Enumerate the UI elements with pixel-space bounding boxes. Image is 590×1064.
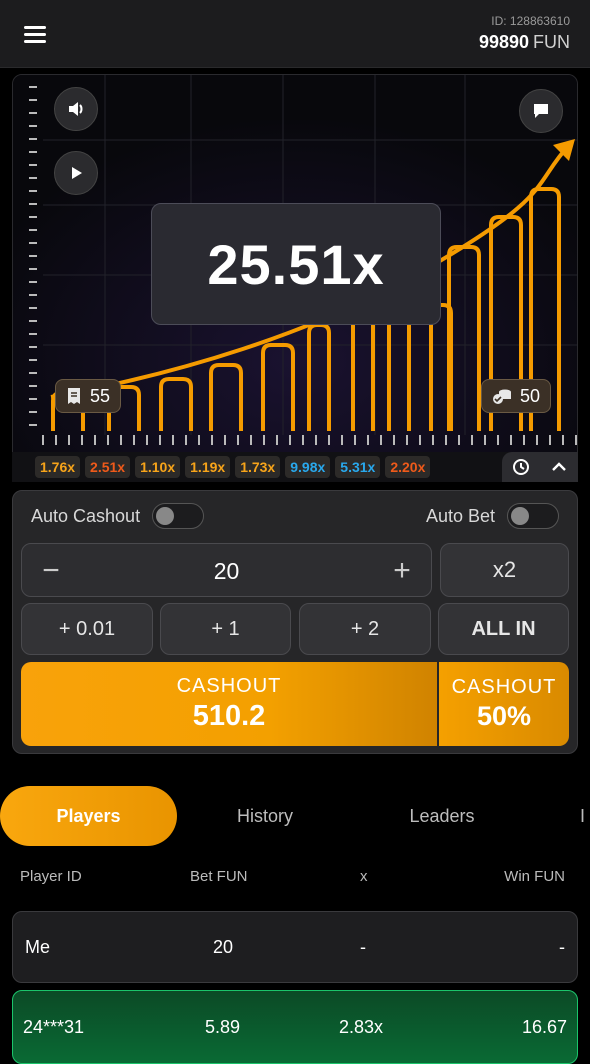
cell-x: - bbox=[360, 937, 366, 957]
quick-bet-1-button[interactable]: + 1 bbox=[160, 603, 291, 655]
col-player-id: Player ID bbox=[20, 868, 82, 885]
history-value: 1.76x bbox=[40, 459, 76, 475]
col-bet: Bet FUN bbox=[190, 868, 248, 885]
history-item[interactable]: 1.73x bbox=[235, 456, 281, 478]
play-icon bbox=[72, 167, 82, 179]
col-x: x bbox=[360, 868, 368, 885]
chevron-up-icon[interactable] bbox=[549, 457, 569, 477]
top-bar: ID: 128863610 99890 FUN bbox=[0, 0, 590, 68]
current-multiplier: 25.51x bbox=[151, 203, 441, 325]
cashout-value: 510.2 bbox=[192, 700, 266, 732]
auto-cashout-label: Auto Cashout bbox=[31, 505, 141, 526]
col-win: Win FUN bbox=[504, 868, 565, 885]
sound-button[interactable] bbox=[54, 87, 98, 131]
auto-bet-row: Auto Bet bbox=[426, 503, 559, 529]
quick-bet-2-button[interactable]: + 2 bbox=[299, 603, 431, 655]
increase-bet-button[interactable]: + bbox=[387, 554, 417, 588]
cell-player: Me bbox=[25, 937, 51, 957]
balance-value: 99890 bbox=[478, 32, 529, 52]
cashout-half-button[interactable]: CASHOUT 50% bbox=[439, 662, 569, 746]
history-value: 1.10x bbox=[140, 459, 176, 475]
cell-player: 24***31 bbox=[23, 1017, 85, 1037]
history-item[interactable]: 9.98x bbox=[285, 456, 331, 478]
play-button[interactable] bbox=[54, 151, 98, 195]
players-count-chip: 55 bbox=[55, 379, 122, 413]
cashout-label: CASHOUT bbox=[176, 675, 282, 697]
balance-currency: FUN bbox=[533, 32, 570, 52]
history-value: 1.73x bbox=[240, 459, 276, 475]
cell-win: - bbox=[559, 937, 565, 957]
bets-count: 50 bbox=[520, 385, 541, 406]
coins-icon bbox=[493, 389, 511, 404]
history-controls bbox=[502, 452, 578, 482]
history-value: 5.31x bbox=[340, 459, 376, 475]
auto-cashout-row: Auto Cashout bbox=[31, 503, 205, 529]
history-item[interactable]: 1.76x bbox=[35, 456, 81, 478]
history-item[interactable]: 2.20x bbox=[385, 456, 431, 478]
balance: 99890 FUN bbox=[479, 32, 570, 53]
history-value: 2.20x bbox=[390, 459, 426, 475]
table-row: Me 20 - - bbox=[12, 911, 578, 983]
players-table-header: Player ID Bet FUN x Win FUN bbox=[0, 868, 590, 892]
game-canvas: 25.51x 55 50 bbox=[12, 74, 578, 482]
bets-count-chip: 50 bbox=[481, 379, 552, 413]
all-in-button[interactable]: ALL IN bbox=[438, 603, 569, 655]
tab-history[interactable]: History bbox=[190, 786, 340, 846]
chat-button[interactable] bbox=[519, 89, 563, 133]
hamburger-menu-icon[interactable] bbox=[24, 26, 46, 44]
cashout-half-label: CASHOUT bbox=[451, 676, 557, 698]
history-item[interactable]: 1.10x bbox=[135, 456, 181, 478]
cashout-half-value: 50% bbox=[476, 701, 532, 731]
receipt-icon bbox=[68, 388, 80, 404]
history-value: 2.51x bbox=[90, 459, 126, 475]
auto-bet-toggle[interactable] bbox=[507, 503, 559, 529]
cashout-button[interactable]: CASHOUT 510.2 bbox=[21, 662, 437, 746]
cell-win: 16.67 bbox=[521, 1017, 567, 1037]
history-clock-icon[interactable] bbox=[511, 457, 531, 477]
cell-bet: 5.89 bbox=[205, 1017, 241, 1037]
round-history-strip: 1.76x 2.51x 1.10x 1.19x 1.73x 9.98x 5.31… bbox=[12, 452, 578, 482]
tab-leaders[interactable]: Leaders bbox=[367, 786, 517, 846]
quick-bet-001-button[interactable]: + 0.01 bbox=[21, 603, 153, 655]
double-bet-button[interactable]: x2 bbox=[440, 543, 569, 597]
history-item[interactable]: 2.51x bbox=[85, 456, 131, 478]
auto-cashout-toggle[interactable] bbox=[152, 503, 205, 529]
history-value: 9.98x bbox=[290, 459, 326, 475]
tab-more[interactable]: I bbox=[580, 786, 590, 846]
account-id: ID: 128863610 bbox=[491, 14, 570, 28]
bet-amount[interactable]: 20 bbox=[22, 558, 431, 585]
history-item[interactable]: 5.31x bbox=[335, 456, 381, 478]
tab-bar: Players History Leaders I bbox=[0, 786, 590, 846]
cell-bet: 20 bbox=[213, 937, 234, 957]
cell-x: 2.83x bbox=[339, 1017, 384, 1037]
speaker-icon bbox=[69, 102, 83, 116]
history-item[interactable]: 1.19x bbox=[185, 456, 231, 478]
history-value: 1.19x bbox=[190, 459, 226, 475]
chat-icon bbox=[534, 104, 548, 118]
tab-players[interactable]: Players bbox=[0, 786, 177, 846]
table-row: 24***31 5.89 2.83x 16.67 bbox=[12, 990, 578, 1064]
bet-panel: Auto Cashout Auto Bet − 20 + x2 + 0.01 +… bbox=[12, 490, 578, 754]
auto-bet-label: Auto Bet bbox=[425, 505, 495, 526]
bet-amount-stepper: − 20 + bbox=[21, 543, 432, 597]
players-count: 55 bbox=[90, 385, 111, 406]
account-info: ID: 128863610 99890 FUN bbox=[479, 14, 570, 53]
